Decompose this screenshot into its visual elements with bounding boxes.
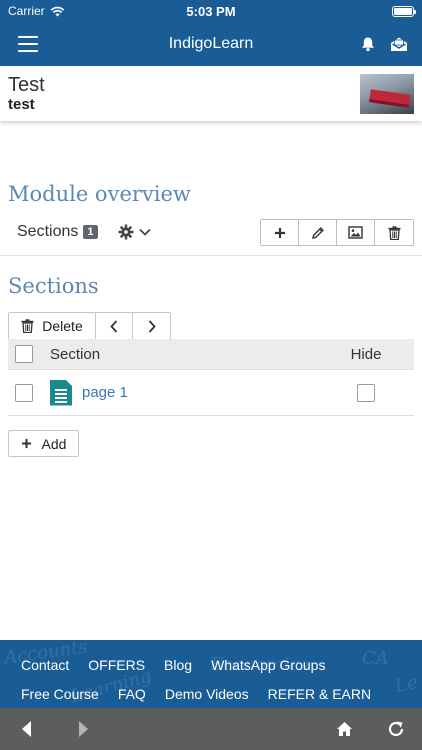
mail-icon[interactable] (390, 36, 408, 52)
hide-checkbox[interactable] (357, 383, 375, 402)
trash-icon (388, 225, 400, 240)
footer-link-faq[interactable]: FAQ (118, 686, 146, 702)
course-header: Test test (0, 66, 422, 121)
column-hide: Hide (350, 345, 382, 363)
back-button[interactable] (12, 720, 40, 738)
row-section-cell: page 1 (40, 379, 318, 406)
footer-link-refer-earn[interactable]: REFER & EARN (268, 686, 371, 702)
edit-button[interactable] (299, 220, 337, 245)
tab-sections[interactable]: Sections 1 (17, 223, 98, 241)
image-button[interactable] (337, 220, 375, 245)
bell-icon[interactable] (360, 36, 376, 52)
home-icon (336, 722, 352, 736)
pencil-icon (311, 226, 324, 239)
plus-icon (21, 438, 31, 449)
row-select-checkbox[interactable] (15, 383, 33, 402)
delete-sections-button[interactable]: Delete (9, 313, 96, 339)
status-bar: Carrier 5:03 PM (0, 0, 422, 22)
module-action-buttons (260, 219, 414, 246)
table-row: page 1 (8, 370, 414, 416)
footer-row-1: Contact OFFERS Blog WhatsApp Groups (21, 657, 344, 673)
tab-sections-label: Sections (17, 223, 79, 240)
file-icon (50, 379, 72, 406)
section-link[interactable]: page 1 (82, 384, 128, 401)
menu-icon[interactable] (18, 36, 38, 52)
course-title: Test (8, 74, 45, 96)
carrier-label: Carrier (8, 4, 45, 18)
home-button[interactable] (330, 721, 358, 737)
add-label: Add (41, 435, 67, 452)
delete-button[interactable] (375, 220, 413, 245)
column-section: Section (50, 345, 101, 363)
module-overview-heading: Module overview (8, 182, 191, 206)
course-info: Test test (8, 74, 45, 113)
image-icon (348, 226, 363, 239)
plus-icon (274, 227, 285, 238)
row-select-cell (8, 383, 40, 402)
chevron-left-icon (110, 319, 118, 333)
footer-link-blog[interactable]: Blog (164, 657, 192, 673)
footer-link-offers[interactable]: OFFERS (88, 657, 145, 673)
delete-label: Delete (42, 318, 83, 334)
table-header: Section Hide (8, 339, 414, 370)
course-thumbnail[interactable] (360, 73, 414, 114)
app-title: IndigoLearn (168, 35, 254, 52)
module-tab-row: Sections 1 (0, 218, 422, 256)
footer: Accounts Learning Economics CA Le Contac… (0, 640, 422, 708)
add-button[interactable] (261, 220, 299, 245)
settings-dropdown[interactable] (118, 224, 151, 240)
move-right-button[interactable] (133, 313, 170, 339)
course-subtitle: test (8, 96, 35, 113)
select-all-checkbox[interactable] (15, 345, 33, 363)
add-section-button[interactable]: Add (8, 430, 79, 457)
refresh-button[interactable] (382, 720, 410, 738)
app-actions (360, 36, 408, 52)
forward-button[interactable] (70, 720, 98, 738)
bottom-nav-bar (0, 708, 422, 750)
sections-table: Section Hide page 1 (8, 339, 414, 416)
back-icon (22, 721, 31, 737)
footer-row-2: Free Course FAQ Demo Videos REFER & EARN (21, 686, 390, 702)
select-all-cell (8, 345, 40, 363)
trash-icon (21, 319, 34, 333)
app-bar: IndigoLearn (0, 22, 422, 66)
wifi-icon (50, 6, 65, 16)
battery-icon (392, 5, 416, 17)
chevron-right-icon (148, 319, 156, 333)
row-hide-cell (318, 383, 414, 402)
gear-icon (118, 224, 134, 240)
chevron-down-icon (139, 228, 151, 236)
footer-link-demo-videos[interactable]: Demo Videos (165, 686, 249, 702)
footer-link-whatsapp-groups[interactable]: WhatsApp Groups (211, 657, 325, 673)
status-left: Carrier (8, 4, 65, 18)
forward-icon (79, 721, 88, 737)
move-left-button[interactable] (96, 313, 133, 339)
status-right (392, 5, 416, 17)
sections-heading: Sections (8, 274, 99, 298)
refresh-icon (388, 721, 404, 737)
footer-link-contact[interactable]: Contact (21, 657, 69, 673)
sections-toolbar: Delete (8, 312, 171, 340)
tab-sections-count-badge: 1 (83, 225, 98, 239)
footer-link-free-course[interactable]: Free Course (21, 686, 99, 702)
